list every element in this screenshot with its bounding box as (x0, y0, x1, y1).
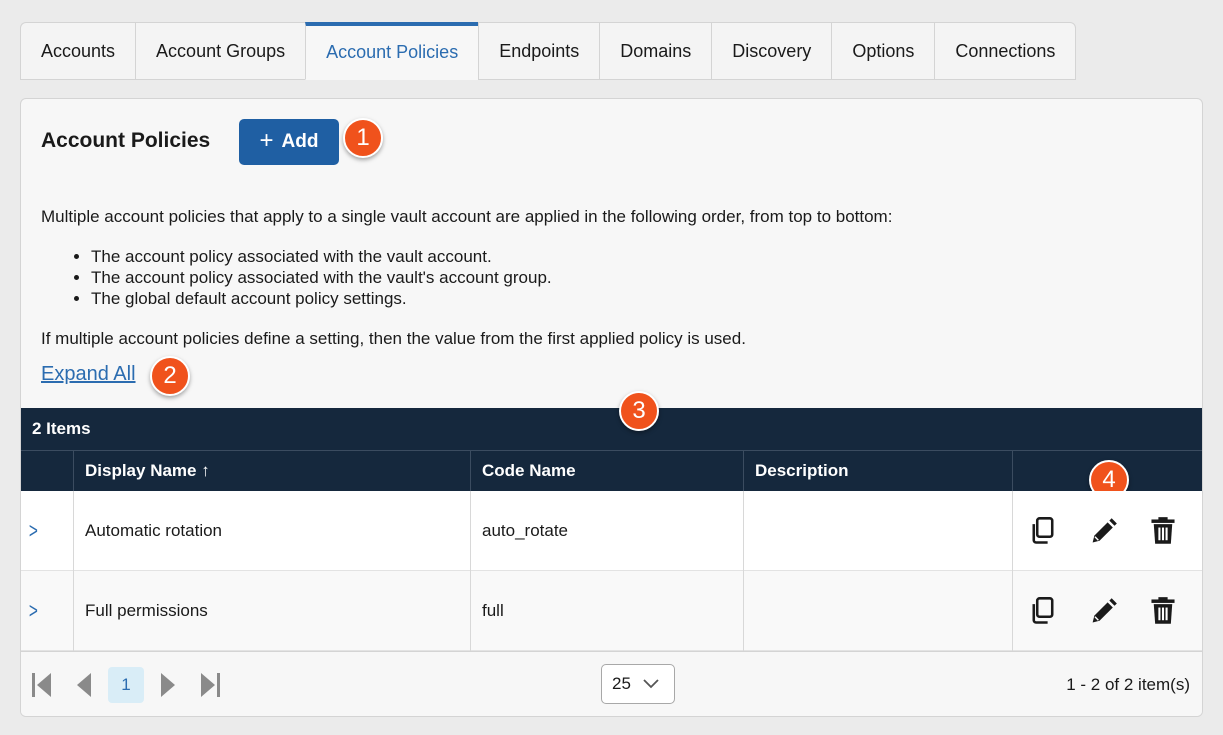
column-header-description[interactable]: Description (743, 451, 1012, 491)
add-button-label: Add (281, 131, 319, 152)
tab-accounts[interactable]: Accounts (20, 22, 136, 80)
code-name-cell: auto_rotate (470, 491, 743, 571)
last-page-icon[interactable] (199, 672, 221, 703)
callout-badge-3: 3 (619, 391, 659, 431)
page-number-button[interactable]: 1 (108, 667, 144, 703)
expand-all-link[interactable]: Expand All (41, 363, 136, 386)
description-cell (743, 491, 1012, 571)
edit-pencil-icon[interactable] (1073, 516, 1133, 546)
chevron-right-icon[interactable]: > (29, 598, 38, 624)
trash-icon[interactable] (1133, 516, 1193, 546)
code-name-cell: full (470, 571, 743, 651)
list-item: The global default account policy settin… (91, 288, 552, 309)
tab-account-policies[interactable]: Account Policies (305, 22, 479, 80)
tab-connections[interactable]: Connections (934, 22, 1077, 80)
pager-info: 1 - 2 of 2 item(s) (1066, 675, 1190, 694)
page-title: Account Policies (41, 129, 211, 152)
note-text: If multiple account policies define a se… (41, 329, 746, 348)
copy-icon[interactable] (1013, 596, 1073, 626)
description-cell (743, 571, 1012, 651)
list-item: The account policy associated with the v… (91, 246, 552, 267)
tab-bar: Accounts Account Groups Account Policies… (20, 22, 1077, 80)
display-name-cell: Automatic rotation (73, 491, 470, 571)
add-button[interactable]: + Add (239, 119, 339, 165)
list-item: The account policy associated with the v… (91, 267, 552, 288)
tab-discovery[interactable]: Discovery (711, 22, 832, 80)
table-row: > Automatic rotation auto_rotate (21, 491, 1202, 571)
first-page-icon[interactable] (31, 672, 53, 703)
policy-order-list: The account policy associated with the v… (91, 246, 552, 309)
row-expand-cell: > (21, 571, 73, 651)
chevron-right-icon[interactable]: > (29, 518, 38, 544)
chevron-down-icon (643, 679, 659, 689)
tab-domains[interactable]: Domains (599, 22, 712, 80)
column-header-display-name[interactable]: Display Name ↑ (73, 451, 470, 491)
edit-pencil-icon[interactable] (1073, 596, 1133, 626)
row-actions (1012, 571, 1202, 651)
row-actions (1012, 491, 1202, 571)
tab-account-groups[interactable]: Account Groups (135, 22, 306, 80)
tab-options[interactable]: Options (831, 22, 935, 80)
plus-icon: + (259, 127, 274, 154)
table-row: > Full permissions full (21, 571, 1202, 651)
page-size-value: 25 (612, 674, 631, 693)
grid-count-bar: 2 Items (21, 408, 1202, 450)
previous-page-icon[interactable] (75, 672, 93, 703)
copy-icon[interactable] (1013, 516, 1073, 546)
next-page-icon[interactable] (159, 672, 177, 703)
callout-badge-2: 2 (150, 356, 190, 396)
column-header-code-name[interactable]: Code Name (470, 451, 743, 491)
page-size-select[interactable]: 25 (601, 664, 675, 704)
grid-header: Display Name ↑ Code Name Description (21, 450, 1202, 491)
expand-column-header (21, 451, 73, 491)
pager: 1 25 1 - 2 of 2 item(s) (21, 651, 1202, 716)
tab-endpoints[interactable]: Endpoints (478, 22, 600, 80)
grid-item-count: 2 Items (32, 419, 91, 438)
row-expand-cell: > (21, 491, 73, 571)
intro-text: Multiple account policies that apply to … (41, 207, 893, 226)
callout-badge-1: 1 (343, 118, 383, 158)
account-policies-panel: Account Policies + Add 1 Multiple accoun… (20, 98, 1203, 717)
trash-icon[interactable] (1133, 596, 1193, 626)
display-name-cell: Full permissions (73, 571, 470, 651)
